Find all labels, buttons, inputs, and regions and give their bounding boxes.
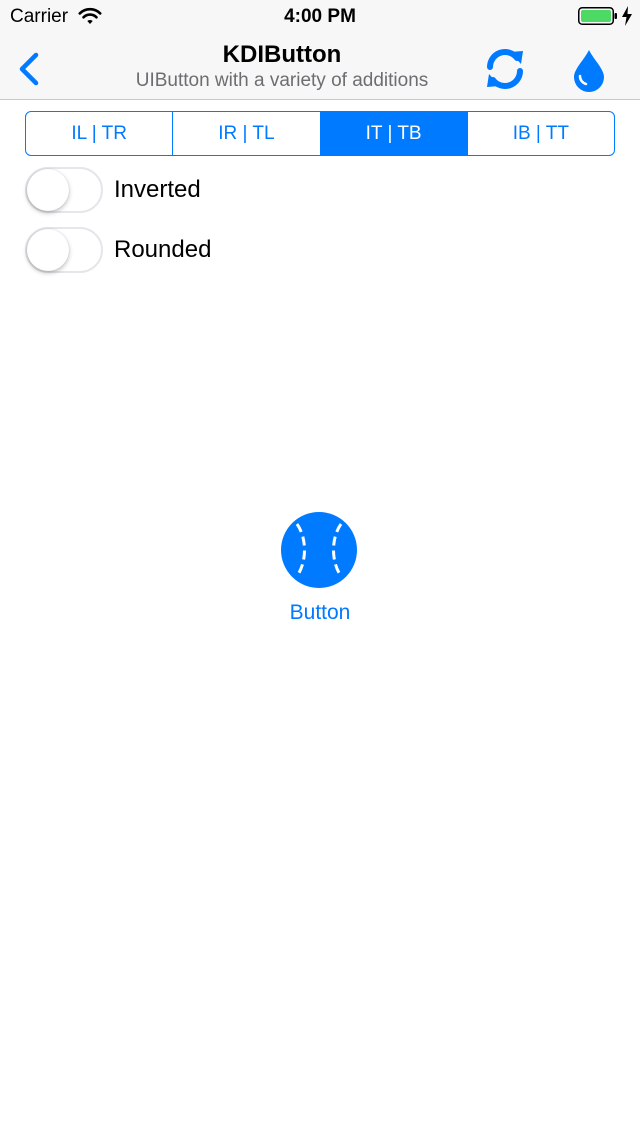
- page-title: KDIButton: [222, 41, 342, 68]
- status-bar: Carrier 4:00 PM: [0, 0, 640, 40]
- segment-it-tb[interactable]: IT | TB: [320, 112, 468, 155]
- clock: 4:00 PM: [284, 6, 356, 27]
- water-drop-icon[interactable]: [570, 46, 608, 92]
- inverted-label: Inverted: [114, 176, 201, 203]
- switch-knob: [27, 229, 69, 271]
- baseball-icon: [281, 512, 357, 588]
- demo-button[interactable]: Button: [270, 510, 370, 630]
- demo-button-label: Button: [289, 601, 351, 624]
- navigation-bar: KDIButton UIButton with a variety of add…: [0, 40, 640, 100]
- charging-bolt-icon: [622, 6, 632, 26]
- alignment-segmented-control: IL | TR IR | TL IT | TB IB | TT: [25, 111, 615, 156]
- battery-icon: [578, 7, 617, 25]
- page-subtitle: UIButton with a variety of additions: [135, 70, 429, 91]
- segment-ir-tl[interactable]: IR | TL: [173, 112, 321, 155]
- rounded-label: Rounded: [114, 236, 212, 263]
- inverted-switch[interactable]: [25, 167, 103, 213]
- switch-knob: [27, 169, 69, 211]
- rounded-switch[interactable]: [25, 227, 103, 273]
- segment-il-tr[interactable]: IL | TR: [26, 112, 174, 155]
- refresh-icon[interactable]: [482, 46, 528, 92]
- segment-ib-tt[interactable]: IB | TT: [468, 112, 614, 155]
